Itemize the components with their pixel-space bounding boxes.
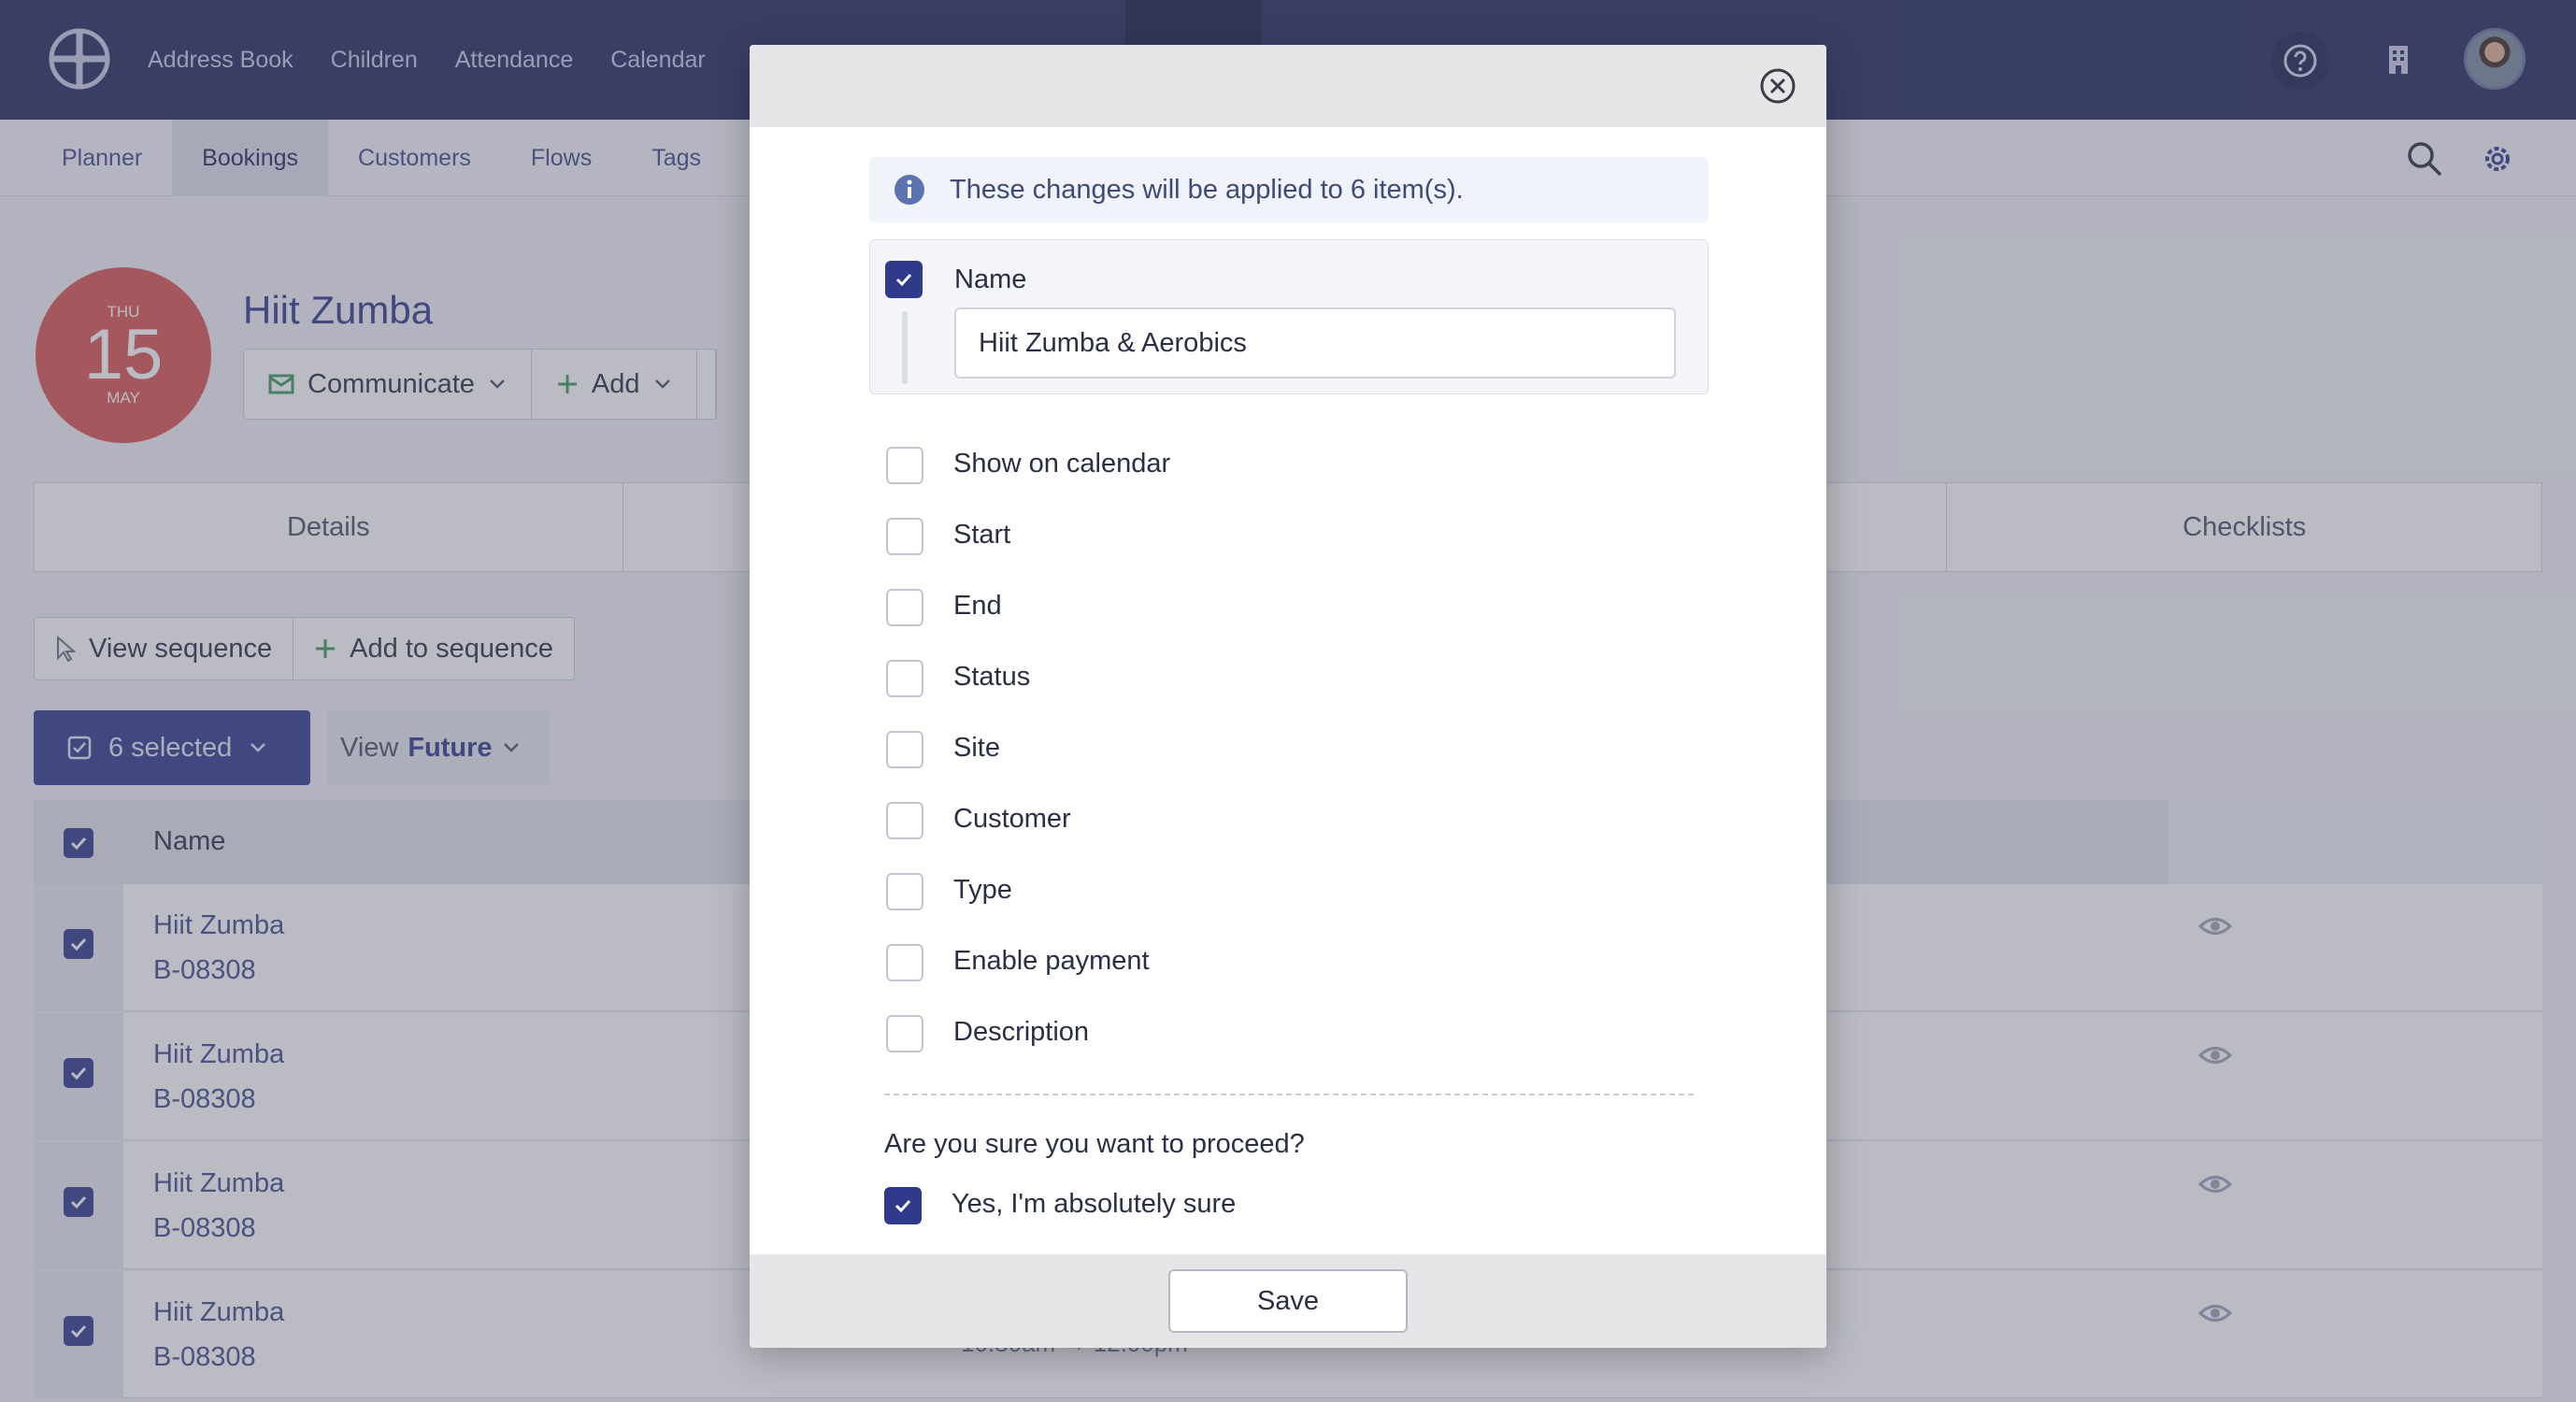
option-label: Description	[953, 1017, 1090, 1047]
option-checkbox[interactable]	[886, 731, 923, 768]
confirm-checkbox[interactable]	[884, 1187, 922, 1224]
name-input[interactable]	[954, 308, 1676, 379]
option-status[interactable]: Status	[886, 660, 1030, 697]
name-label: Name	[954, 265, 1027, 294]
option-type[interactable]: Type	[886, 873, 1012, 910]
checkmark-icon	[894, 1199, 911, 1213]
option-site[interactable]: Site	[886, 731, 1000, 768]
name-checkbox[interactable]	[885, 261, 923, 298]
option-end[interactable]: End	[886, 589, 1002, 626]
option-checkbox[interactable]	[886, 589, 923, 626]
confirm-label: Yes, I'm absolutely sure	[952, 1189, 1237, 1219]
option-customer[interactable]: Customer	[886, 802, 1071, 839]
option-label: Show on calendar	[953, 449, 1171, 479]
option-label: Status	[953, 662, 1031, 692]
option-checkbox[interactable]	[886, 1015, 923, 1052]
close-icon[interactable]	[1759, 67, 1796, 105]
divider	[884, 1094, 1694, 1095]
option-checkbox[interactable]	[886, 802, 923, 839]
option-enable-payment[interactable]: Enable payment	[886, 944, 1150, 981]
confirm-checkbox-row[interactable]: Yes, I'm absolutely sure	[884, 1187, 1236, 1224]
save-button[interactable]: Save	[1168, 1269, 1408, 1333]
option-label: Type	[953, 875, 1012, 905]
name-field-group: Name	[869, 239, 1709, 394]
option-label: Start	[953, 520, 1011, 550]
option-label: Site	[953, 733, 1000, 763]
info-notice: These changes will be applied to 6 item(…	[869, 157, 1709, 222]
modal-footer: Save	[750, 1254, 1826, 1348]
confirm-question: Are you sure you want to proceed?	[884, 1129, 1305, 1159]
bulk-edit-modal: These changes will be applied to 6 item(…	[750, 45, 1826, 1348]
notice-text: These changes will be applied to 6 item(…	[950, 174, 1464, 205]
info-icon	[894, 175, 924, 205]
option-checkbox[interactable]	[886, 944, 923, 981]
modal-header	[750, 45, 1826, 127]
option-show-on-calendar[interactable]: Show on calendar	[886, 447, 1170, 484]
option-checkbox[interactable]	[886, 518, 923, 555]
option-checkbox[interactable]	[886, 447, 923, 484]
option-description[interactable]: Description	[886, 1015, 1089, 1052]
option-start[interactable]: Start	[886, 518, 1010, 555]
checkmark-icon	[895, 273, 912, 287]
option-label: End	[953, 591, 1002, 621]
option-label: Customer	[953, 804, 1071, 834]
field-indent-rail	[902, 311, 908, 384]
option-checkbox[interactable]	[886, 660, 923, 697]
option-checkbox[interactable]	[886, 873, 923, 910]
option-label: Enable payment	[953, 946, 1150, 976]
